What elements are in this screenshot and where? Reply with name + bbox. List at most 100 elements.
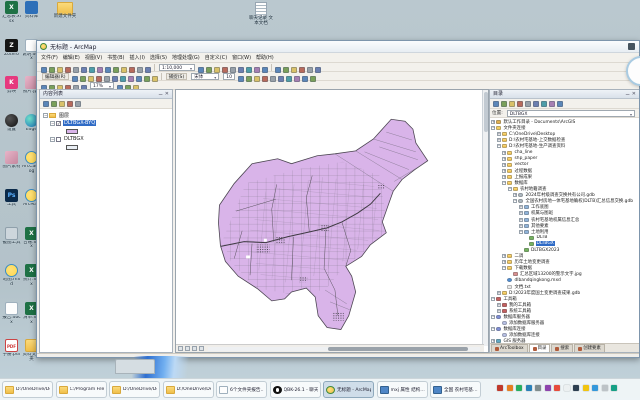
expander-icon[interactable]: − [513,199,517,203]
layout-toggle-icon[interactable] [533,101,539,107]
tray-icon[interactable] [583,385,589,391]
menu-item[interactable]: 选择(S) [150,54,167,61]
font-size-combo[interactable]: 10 [223,73,235,80]
taskbar-button[interactable]: D:/OneDrive/Des… [2,381,53,398]
expander-icon[interactable]: + [491,120,495,124]
layer-symbol-swatch[interactable] [66,145,78,150]
data-view-button[interactable] [178,346,183,351]
snapping-menu[interactable]: 捕捉(S) [166,73,188,80]
align-right-icon[interactable] [310,76,316,82]
window-fragment[interactable] [115,359,155,374]
expander-icon[interactable]: − [519,230,523,234]
taskbar-button[interactable]: 全国 农村宅基… [430,381,481,398]
folder-connection-icon[interactable] [525,101,531,107]
refresh-view-button[interactable] [192,346,197,351]
desktop-icon[interactable]: 地图.mxd [2,264,21,288]
expander-icon[interactable]: + [497,138,501,142]
list-by-visibility-icon[interactable] [59,101,65,107]
marker-color-icon[interactable] [286,76,292,82]
toc-row[interactable]: −✓DLTBGX-BYQ [40,119,172,127]
tray-icon[interactable] [554,385,560,391]
panel-tab[interactable]: 创建要素 [574,344,605,352]
pause-drawing-button[interactable] [199,346,204,351]
expander-icon[interactable]: − [497,144,501,148]
desktop-icon[interactable]: 资料库 [22,1,41,25]
up-icon[interactable] [509,101,515,107]
forward-icon[interactable] [501,101,507,107]
toc-row[interactable] [40,127,172,135]
menu-item[interactable]: 地理处理(G) [172,54,200,61]
tray-icon[interactable] [497,385,503,391]
expander-icon[interactable]: + [519,224,523,228]
desktop-icon[interactable]: X汇总表.xlsx [2,1,21,25]
home-icon[interactable] [517,101,523,107]
expander-icon[interactable]: + [502,163,506,167]
expander-icon[interactable]: + [497,303,501,307]
tray-icon[interactable] [507,385,513,391]
tray-icon[interactable] [564,385,570,391]
taskbar-button[interactable]: mxj 属性 结构… [377,381,428,398]
italic-icon[interactable] [246,76,252,82]
desktop-icon[interactable]: K剪映 [2,76,21,100]
toc-row[interactable]: − DLTBGX [40,135,172,143]
expander-icon[interactable]: + [513,193,517,197]
expander-icon[interactable]: − [43,113,48,118]
fill-color-icon[interactable] [270,76,276,82]
catalog-header[interactable]: 目录 ⚊ ✕ [490,90,639,99]
back-icon[interactable] [493,101,499,107]
expander-icon[interactable]: + [502,157,506,161]
catalog-pin-icon[interactable]: ⚊ [625,90,629,98]
expander-icon[interactable]: + [502,175,506,179]
font-combo[interactable]: 宋体 [191,73,219,80]
desktop-icon[interactable]: 报告.docx [2,302,21,326]
toc-options-icon[interactable] [75,101,81,107]
rotate-icon[interactable] [144,76,150,82]
attributes-icon[interactable] [152,76,158,82]
expander-icon[interactable]: + [519,211,523,215]
map-horizontal-scrollbar[interactable] [208,347,480,351]
toc-row[interactable] [40,143,172,151]
expander-icon[interactable]: − [508,187,512,191]
expander-icon[interactable]: + [502,151,506,155]
map-scale-combo[interactable]: 1:10,000 [159,64,195,71]
tray-icon[interactable] [573,385,579,391]
layer-label[interactable]: DLTBGX [63,136,85,142]
expander-icon[interactable]: − [502,266,506,270]
expander-icon[interactable]: − [50,121,55,126]
tray-icon[interactable] [535,385,541,391]
font-color-icon[interactable] [262,76,268,82]
desktop-icon[interactable]: ZZotero [2,39,21,63]
expander-icon[interactable]: − [491,297,495,301]
tray-icon[interactable] [526,385,532,391]
expander-icon[interactable]: + [497,132,501,136]
expander-icon[interactable]: − [50,137,55,142]
taskbar-button[interactable]: 6个文件夹报告… [216,381,267,398]
desktop-icon[interactable]: 设置 [2,114,21,138]
desktop-icon[interactable]: 聊天记录 文本文档 [248,2,274,27]
expander-icon[interactable]: + [519,205,523,209]
toc-row[interactable]: −图层 [40,111,172,119]
desktop-icon[interactable]: 图片素材 [2,151,21,175]
map-vertical-scrollbar[interactable] [482,90,488,346]
expander-icon[interactable]: − [491,315,495,319]
line-color-icon[interactable] [278,76,284,82]
expander-icon[interactable]: + [519,218,523,222]
taskbar-button[interactable]: D:/OneDrive/Des… [109,381,160,398]
layer-checkbox[interactable]: ✓ [56,121,61,126]
layer-checkbox[interactable] [56,137,61,142]
catalog-close-icon[interactable]: ✕ [632,90,636,98]
align-left-icon[interactable] [294,76,300,82]
desktop-icon[interactable]: Ps工具 [2,189,21,213]
expander-icon[interactable]: + [502,254,506,258]
location-combo[interactable]: DLTBGX [507,110,635,117]
layout-zoom-combo[interactable]: 17% [90,82,114,89]
expander-icon[interactable]: + [502,260,506,264]
panel-tab[interactable]: 搜索 [551,344,573,352]
expander-icon[interactable]: + [497,309,501,313]
toc-header[interactable]: 内容列表 ⚊ ✕ [40,90,172,99]
list-by-source-icon[interactable] [51,101,57,107]
refresh-icon[interactable] [541,101,547,107]
tree-view-icon[interactable] [549,101,555,107]
taskbar-button[interactable]: 无标题 - ArcMap [323,381,374,398]
expander-icon[interactable]: − [491,327,495,331]
